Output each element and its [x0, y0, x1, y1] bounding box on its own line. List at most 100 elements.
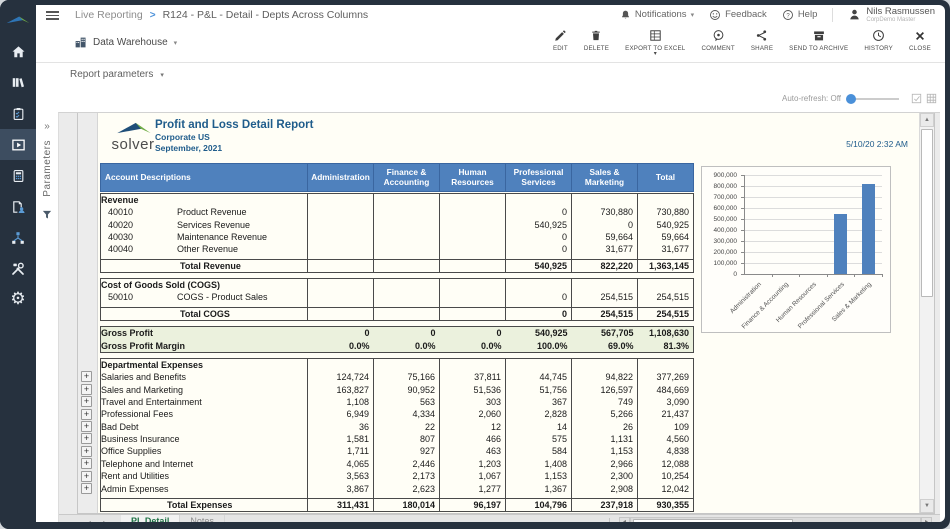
report-parameters-toggle[interactable]: Report parameters ▾: [70, 69, 164, 80]
help-icon: ?: [782, 10, 793, 20]
expand-row-button[interactable]: +: [81, 458, 92, 470]
scroll-left-button[interactable]: ◂: [619, 517, 630, 522]
horizontal-scrollbar[interactable]: ◂ ▸: [609, 517, 932, 522]
toolbar-action-edit[interactable]: EDIT: [545, 28, 576, 52]
expand-panel-icon[interactable]: »: [44, 121, 50, 132]
user-menu[interactable]: Nils Rasmussen CorpDemo Master: [848, 6, 935, 23]
value-cell: 2,446: [373, 457, 440, 471]
toolbar-action-comment[interactable]: COMMENT: [693, 28, 742, 52]
sidebar-item-library[interactable]: [0, 67, 36, 98]
sidebar-item-tasks[interactable]: [0, 98, 36, 129]
toolbar-action-send-to-archive[interactable]: SEND TO ARCHIVE: [781, 28, 856, 52]
scrollbar-track[interactable]: [630, 517, 921, 522]
x-axis-category-label: Human Resources: [774, 281, 818, 325]
expand-row-button[interactable]: +: [81, 482, 92, 494]
autorefresh-slider[interactable]: [846, 93, 899, 104]
expand-row-button[interactable]: +: [81, 371, 92, 383]
value-cell: 0: [505, 206, 572, 219]
chevron-down-icon: ▾: [160, 71, 164, 79]
table-row: 40030 Maintenance Revenue 0 59,664 59,664: [101, 230, 694, 244]
datasource-dropdown[interactable]: Data Warehouse ▾: [74, 36, 177, 49]
account-name: Gross Profit: [101, 328, 154, 339]
sidebar-item-home[interactable]: [0, 36, 36, 67]
sidebar-item-publisher[interactable]: [0, 191, 36, 222]
scrollbar-thumb[interactable]: [633, 519, 793, 522]
toolbar-action-label: EDIT: [552, 45, 568, 52]
expand-row-button[interactable]: +: [81, 433, 92, 445]
sidebar-item-tools[interactable]: [0, 253, 36, 284]
toolbar-action-share[interactable]: SHARE: [743, 28, 781, 52]
toolbar-action-close[interactable]: CLOSE: [901, 28, 939, 52]
value-cell: 2,908: [571, 482, 638, 495]
account-cell: Telephone and Internet: [101, 458, 308, 470]
expand-row-button[interactable]: +: [81, 396, 92, 408]
breadcrumb-separator: >: [149, 9, 156, 21]
value-cell: [373, 243, 440, 256]
sidebar-item-live-reporting[interactable]: [0, 129, 36, 160]
edit-refresh-icon[interactable]: [911, 93, 922, 104]
expand-row-button[interactable]: +: [81, 383, 92, 395]
x-tick-mark: [826, 274, 828, 277]
account-cell: 40020 Services Revenue: [101, 218, 308, 230]
x-tick-mark: [854, 274, 856, 277]
y-axis-tick-label: 0: [733, 270, 737, 278]
value-cell: 927: [373, 445, 440, 458]
cell: [571, 278, 638, 292]
tab-prev-icon[interactable]: ◂: [87, 518, 91, 523]
cell: [637, 358, 694, 371]
total-value: 254,515: [571, 306, 638, 321]
column-header: Finance & Accounting: [373, 163, 440, 192]
value-cell: 94,822: [571, 370, 638, 384]
value-cell: 1,277: [439, 482, 506, 495]
account-cell: Office Supplies: [101, 445, 308, 457]
tab-pl-detail[interactable]: PL Detail: [121, 515, 181, 522]
value-cell: 75,166: [373, 370, 440, 384]
vertical-scrollbar[interactable]: ▲ ▼: [919, 113, 934, 513]
workspace: + + + + + + + + + + solver Profit and Loss Detail…: [58, 112, 940, 522]
sidebar-item-workflow[interactable]: [0, 222, 36, 253]
sidebar-item-budgeting[interactable]: [0, 160, 36, 191]
scroll-down-button[interactable]: ▼: [920, 499, 934, 513]
table-row: Professional Fees 6,949 4,334 2,060 2,828 5,2…: [101, 408, 694, 421]
expand-row-button[interactable]: +: [81, 421, 92, 433]
autorefresh-label: Auto-refresh: Off: [782, 94, 841, 103]
tasks-icon: [11, 106, 26, 122]
value-cell: 0: [496, 328, 502, 339]
value-cell: 749: [571, 395, 638, 409]
sidebar-item-settings[interactable]: ⚙: [0, 284, 36, 315]
expand-row-button[interactable]: +: [81, 445, 92, 457]
help-button[interactable]: ? Help: [782, 9, 817, 21]
toolbar-action-delete[interactable]: DELETE: [576, 28, 617, 52]
value-cell: 1,131: [571, 432, 638, 446]
filter-icon[interactable]: [41, 209, 53, 221]
tab-notes[interactable]: Notes: [180, 515, 225, 522]
grid-view-icon[interactable]: [926, 93, 937, 104]
cell: [505, 358, 572, 371]
expand-row-button[interactable]: +: [81, 470, 92, 482]
breadcrumb-section[interactable]: Live Reporting: [75, 9, 143, 21]
toolbar-action-history[interactable]: HISTORY: [856, 28, 901, 52]
scrollbar-thumb[interactable]: [921, 129, 933, 297]
feedback-button[interactable]: Feedback: [709, 9, 767, 21]
scroll-right-button[interactable]: ▸: [921, 517, 932, 522]
value-cell: 463: [439, 445, 506, 458]
value-cell: 59,664: [571, 230, 638, 244]
expand-row-button[interactable]: +: [81, 408, 92, 420]
tab-next-icon[interactable]: ▸: [103, 518, 107, 523]
menu-toggle-icon[interactable]: [46, 9, 59, 22]
toolbar-actions: EDIT DELETE EXPORT TO EXCEL ▾ COMMENT SHARE SE…: [545, 28, 939, 57]
value-cell: 254,515: [637, 291, 694, 304]
toolbar-action-export-to-excel[interactable]: EXPORT TO EXCEL ▾: [617, 28, 693, 57]
scroll-up-button[interactable]: ▲: [920, 113, 934, 127]
value-cell: [307, 206, 374, 219]
total-value: 311,431: [307, 498, 374, 512]
notifications-button[interactable]: Notifications ▾: [620, 9, 694, 21]
slider-knob[interactable]: [846, 93, 856, 104]
value-cell: 0: [505, 230, 572, 244]
account-name: Rent and Utilities: [101, 471, 170, 482]
chart-bar: [861, 183, 875, 274]
workflow-icon: [10, 230, 26, 246]
value-cell: 0.0%: [414, 340, 436, 351]
report-entity: Corporate US: [155, 132, 210, 143]
solver-triangle-icon: [117, 122, 151, 134]
